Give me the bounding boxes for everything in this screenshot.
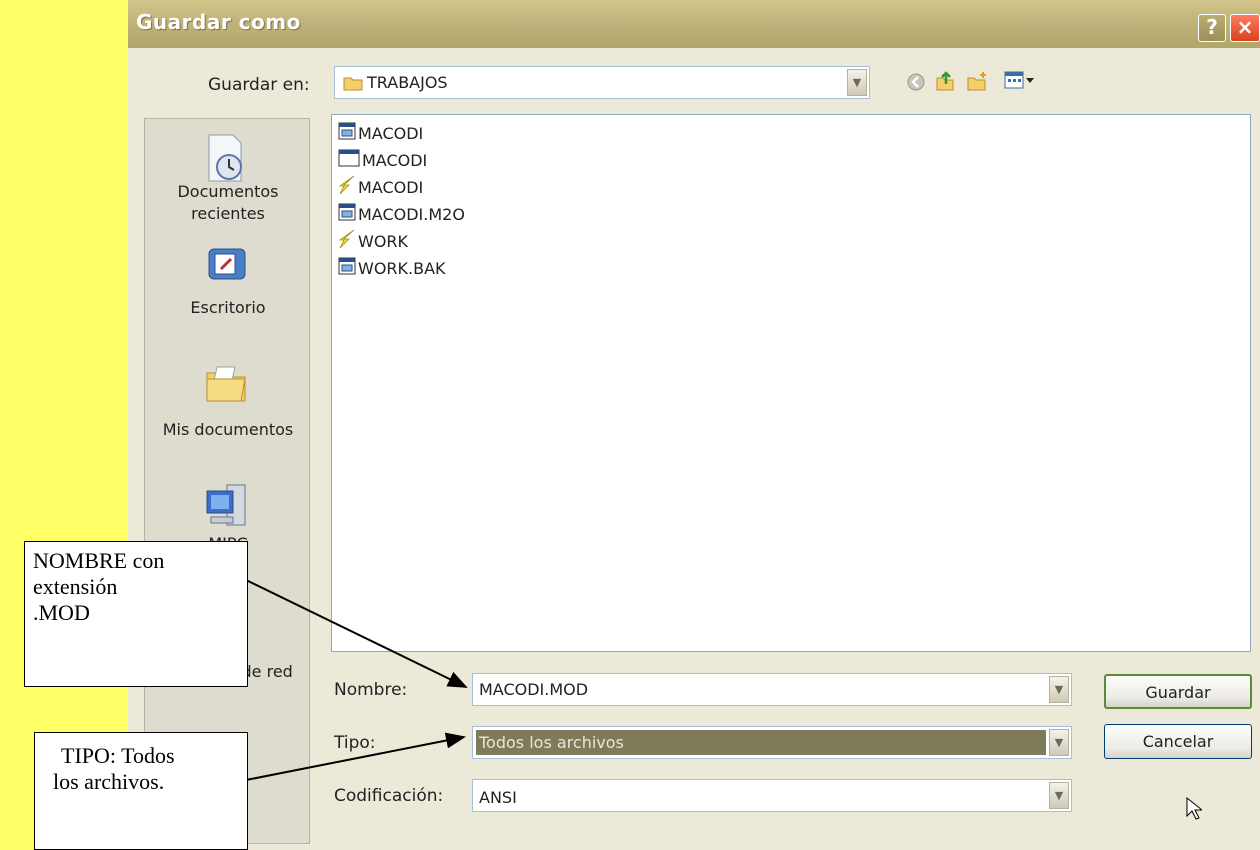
type-callout-line-1: TIPO: Todos — [61, 743, 175, 768]
type-callout-line-2: los archivos. — [53, 769, 165, 794]
name-callout-line-3: .MOD — [33, 600, 90, 625]
name-callout: NOMBRE con extensión .MOD — [24, 541, 248, 687]
type-callout: TIPO: Todos los archivos. — [34, 732, 248, 850]
name-callout-line-2: extensión — [33, 574, 118, 599]
annotation-arrows — [245, 579, 468, 781]
name-callout-line-1: NOMBRE con — [33, 548, 165, 573]
